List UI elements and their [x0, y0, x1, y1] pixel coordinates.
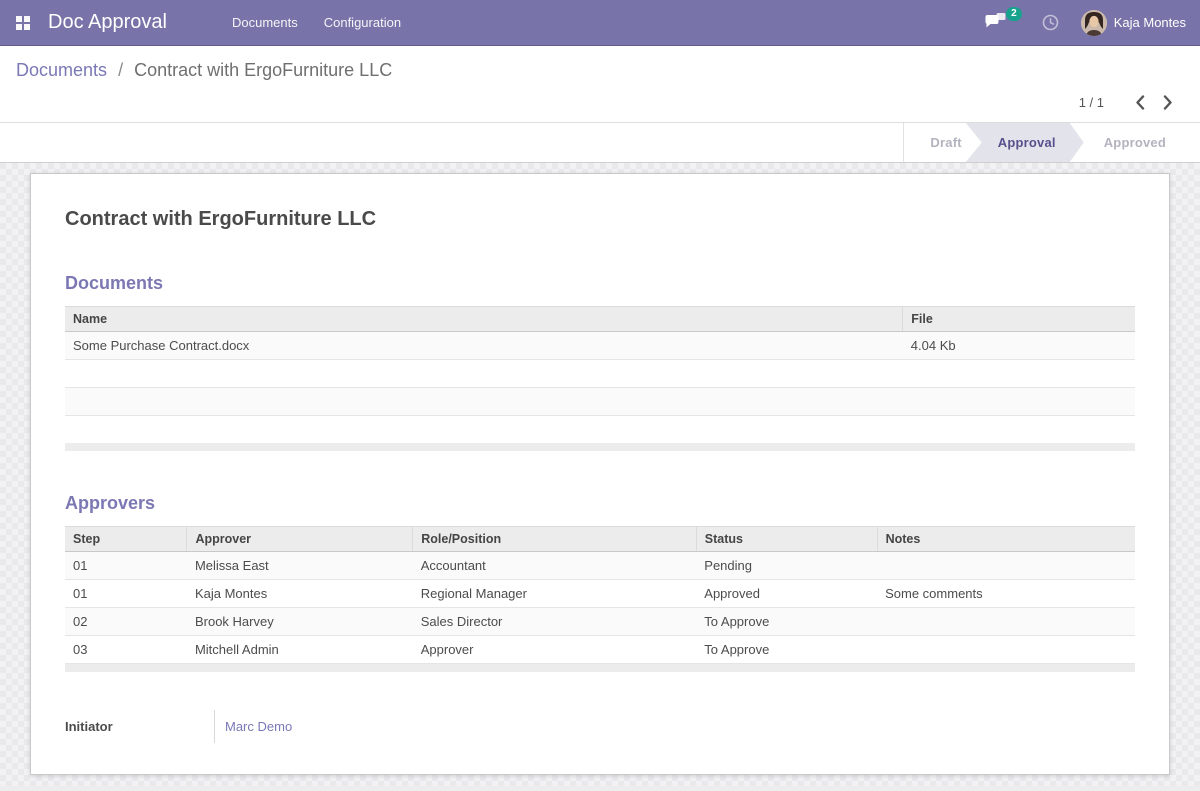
navbar-right: 2 Kaja Montes [985, 10, 1200, 36]
cell-file: 4.04 Kb [903, 332, 1135, 360]
approvers-list-footer-strip [65, 664, 1135, 672]
cell-step: 02 [65, 608, 187, 636]
pager-value[interactable]: 1 / 1 [1079, 95, 1104, 110]
empty-cell [65, 360, 903, 388]
statusbar: DraftApprovalApproved [0, 123, 1200, 163]
messages-badge: 2 [1006, 7, 1022, 21]
cell-status: Approved [696, 580, 877, 608]
pager-previous-button[interactable] [1126, 95, 1154, 110]
empty-cell [903, 360, 1135, 388]
documents-table: Name File Some Purchase Contract.docx4.0… [65, 306, 1135, 443]
activities-button[interactable] [1042, 14, 1059, 31]
avatar [1081, 10, 1107, 36]
table-row[interactable]: 01Kaja MontesRegional ManagerApprovedSom… [65, 580, 1135, 608]
cell-role: Sales Director [413, 608, 697, 636]
breadcrumb-current: Contract with ErgoFurniture LLC [134, 60, 392, 80]
chevron-left-icon [1135, 95, 1145, 110]
cell-status: To Approve [696, 608, 877, 636]
empty-cell [903, 416, 1135, 444]
empty-row [65, 416, 1135, 444]
empty-cell [65, 388, 903, 416]
initiator-value: Marc Demo [214, 710, 292, 743]
empty-cell [903, 388, 1135, 416]
column-header-step[interactable]: Step [65, 527, 187, 552]
cell-approver: Mitchell Admin [187, 636, 413, 664]
cell-status: To Approve [696, 636, 877, 664]
approvers-section-heading: Approvers [65, 493, 1135, 514]
column-header-name[interactable]: Name [65, 307, 903, 332]
cell-status: Pending [696, 552, 877, 580]
pager-next-button[interactable] [1154, 95, 1182, 110]
chevron-right-icon [1163, 95, 1173, 110]
initiator-label: Initiator [65, 719, 214, 734]
column-header-notes[interactable]: Notes [877, 527, 1135, 552]
empty-row [65, 388, 1135, 416]
main-menu: DocumentsConfiguration [219, 0, 414, 45]
pager: 1 / 1 [0, 81, 1200, 122]
breadcrumb-separator: / [118, 60, 123, 80]
top-navbar: Doc Approval DocumentsConfiguration 2 [0, 0, 1200, 46]
statusbar-steps: DraftApprovalApproved [903, 123, 1200, 162]
approvers-header-row: Step Approver Role/Position Status Notes [65, 527, 1135, 552]
messages-button[interactable]: 2 [985, 12, 1020, 34]
user-menu[interactable]: Kaja Montes [1081, 10, 1186, 36]
form-sheet: Contract with ErgoFurniture LLC Document… [30, 173, 1170, 775]
breadcrumb: Documents / Contract with ErgoFurniture … [0, 46, 1200, 81]
table-row[interactable]: 02Brook HarveySales DirectorTo Approve [65, 608, 1135, 636]
table-row[interactable]: 01Melissa EastAccountantPending [65, 552, 1135, 580]
cell-approver: Melissa East [187, 552, 413, 580]
cell-step: 01 [65, 580, 187, 608]
cell-role: Approver [413, 636, 697, 664]
cell-approver: Brook Harvey [187, 608, 413, 636]
documents-header-row: Name File [65, 307, 1135, 332]
app-title[interactable]: Doc Approval [48, 11, 167, 34]
table-row[interactable]: 03Mitchell AdminApproverTo Approve [65, 636, 1135, 664]
cell-notes: Some comments [877, 580, 1135, 608]
column-header-approver[interactable]: Approver [187, 527, 413, 552]
record-title: Contract with ErgoFurniture LLC [65, 208, 1135, 231]
breadcrumb-parent-link[interactable]: Documents [16, 60, 107, 80]
cell-notes [877, 636, 1135, 664]
cell-step: 03 [65, 636, 187, 664]
content-background: Contract with ErgoFurniture LLC Document… [0, 163, 1200, 786]
initiator-link[interactable]: Marc Demo [225, 719, 292, 734]
documents-section: Documents Name File Some Purchase Contra… [65, 273, 1135, 451]
clock-icon [1042, 14, 1059, 31]
approvers-table: Step Approver Role/Position Status Notes… [65, 526, 1135, 664]
statusbar-step-approved[interactable]: Approved [1084, 123, 1186, 162]
empty-cell [65, 416, 903, 444]
control-panel: Documents / Contract with ErgoFurniture … [0, 46, 1200, 123]
column-header-file[interactable]: File [903, 307, 1135, 332]
cell-approver: Kaja Montes [187, 580, 413, 608]
cell-role: Regional Manager [413, 580, 697, 608]
initiator-field: Initiator Marc Demo [65, 710, 1135, 743]
cell-notes [877, 608, 1135, 636]
menu-configuration[interactable]: Configuration [311, 0, 414, 45]
cell-notes [877, 552, 1135, 580]
chat-icon [985, 12, 1006, 29]
menu-documents[interactable]: Documents [219, 0, 311, 45]
empty-row [65, 360, 1135, 388]
cell-name: Some Purchase Contract.docx [65, 332, 903, 360]
statusbar-step-approval[interactable]: Approval [966, 123, 1084, 162]
cell-step: 01 [65, 552, 187, 580]
column-header-role-position[interactable]: Role/Position [413, 527, 697, 552]
table-row[interactable]: Some Purchase Contract.docx4.04 Kb [65, 332, 1135, 360]
documents-section-heading: Documents [65, 273, 1135, 294]
apps-grid-icon [16, 16, 30, 30]
cell-role: Accountant [413, 552, 697, 580]
app-window: Doc Approval DocumentsConfiguration 2 [0, 0, 1200, 786]
apps-menu-button[interactable] [0, 0, 46, 45]
documents-list-footer-strip [65, 443, 1135, 451]
user-name: Kaja Montes [1114, 15, 1186, 30]
approvers-section: Approvers Step Approver Role/Position St… [65, 493, 1135, 672]
column-header-status[interactable]: Status [696, 527, 877, 552]
